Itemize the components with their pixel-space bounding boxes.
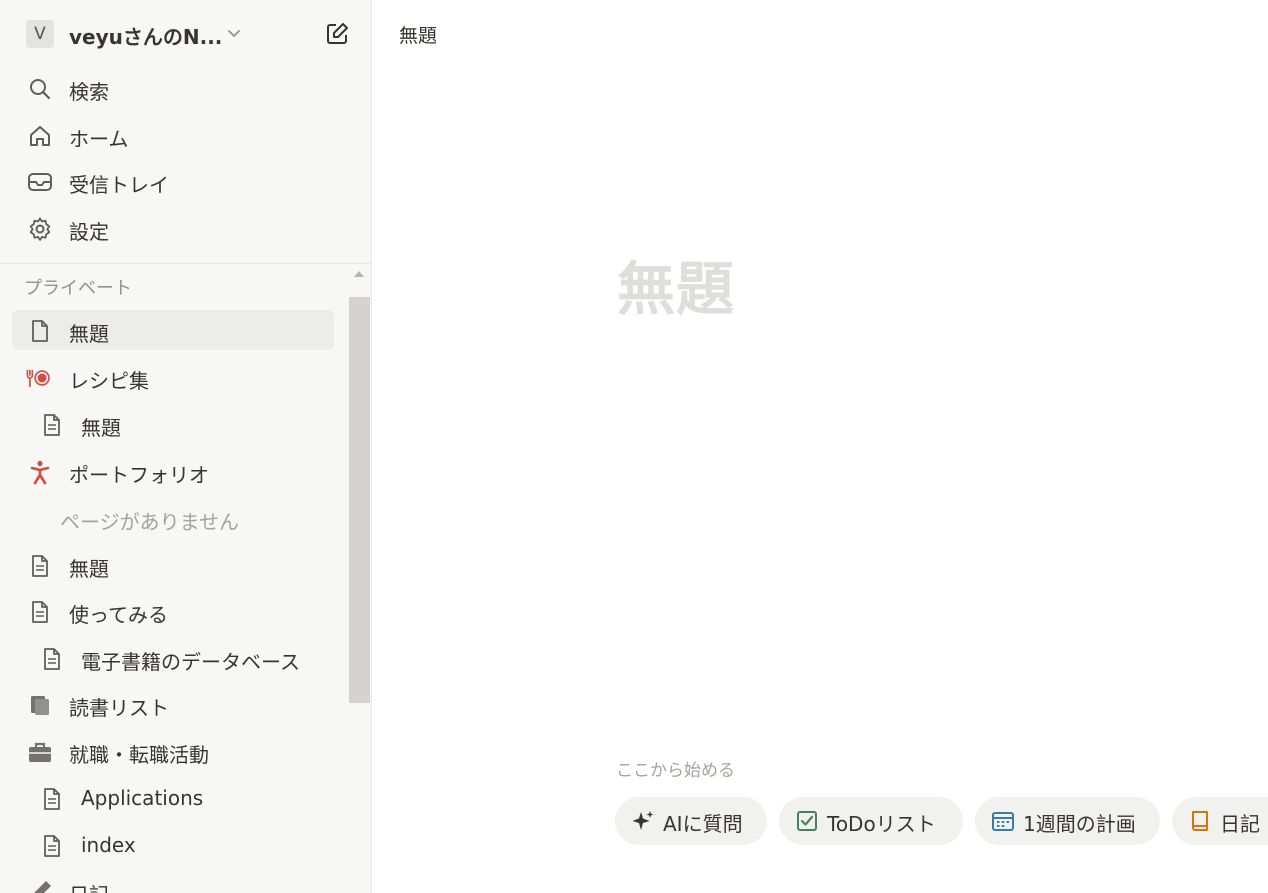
chip-todo-list[interactable]: ToDoリスト — [779, 797, 963, 845]
chip-label: 日記 — [1220, 812, 1260, 836]
sidebar-item-label: Applications — [81, 786, 204, 810]
sidebar-item-label: 日記 — [69, 879, 109, 893]
chip-label: AIに質問 — [663, 812, 743, 836]
calendar-icon — [992, 812, 1014, 831]
recipe-icon — [26, 369, 50, 387]
chip-weekly-plan[interactable]: 1週間の計画 — [975, 797, 1160, 845]
sidebar-item-label: 受信トレイ — [69, 173, 169, 197]
sidebar-page-index[interactable]: index — [12, 825, 334, 865]
sidebar-item-label: 読書リスト — [69, 696, 169, 720]
sidebar-item-label: 無題 — [69, 322, 109, 346]
sidebar-scrollbar[interactable] — [349, 268, 370, 893]
sidebar-page-diary[interactable]: 日記 — [12, 871, 334, 893]
page-text-icon — [44, 648, 60, 670]
sidebar-item-label: ホーム — [69, 127, 129, 151]
pencil-icon — [34, 881, 51, 893]
page-icon — [32, 320, 48, 342]
workspace-switcher[interactable]: V veyuさんのN... — [12, 14, 360, 54]
page-text-icon — [44, 788, 60, 810]
sidebar-item-label: 無題 — [81, 416, 121, 440]
sidebar-page-reading-list[interactable]: 読書リスト — [12, 684, 334, 724]
sidebar-page-portfolio[interactable]: ポートフォリオ — [12, 451, 334, 491]
journal-icon — [1192, 811, 1208, 831]
sidebar-item-label: 無題 — [69, 557, 109, 581]
sidebar-item-label: ポートフォリオ — [69, 463, 209, 487]
sidebar-page-recipes[interactable]: レシピ集 — [12, 357, 334, 397]
page-title-placeholder[interactable]: 無題 — [617, 242, 735, 326]
sidebar-item-settings[interactable]: 設定 — [12, 208, 334, 248]
gear-icon — [29, 217, 51, 241]
chip-diary[interactable]: 日記 — [1172, 797, 1268, 845]
breadcrumb[interactable]: 無題 — [399, 21, 437, 48]
sidebar-page-try-it[interactable]: 使ってみる — [12, 591, 334, 631]
sidebar-divider — [0, 263, 371, 264]
sidebar-page-untitled[interactable]: 無題 — [12, 310, 334, 350]
scroll-up-arrow[interactable] — [354, 271, 364, 277]
sidebar-item-label: レシピ集 — [69, 369, 149, 393]
sidebar-item-label: index — [81, 833, 136, 857]
sidebar-page-untitled-child[interactable]: 無題 — [12, 404, 334, 444]
sidebar-empty-note: ページがありません — [12, 498, 334, 538]
sidebar-item-inbox[interactable]: 受信トレイ — [12, 161, 334, 201]
sidebar-item-label: 設定 — [69, 220, 109, 244]
books-icon — [31, 696, 49, 715]
scrollbar-thumb[interactable] — [349, 297, 370, 703]
sidebar-item-label: 就職・転職活動 — [69, 743, 209, 767]
checkbox-icon — [797, 811, 817, 831]
chip-label: ToDoリスト — [827, 812, 936, 836]
page-text-icon — [44, 414, 60, 436]
chevron-down-icon[interactable] — [224, 23, 244, 43]
sidebar-item-search[interactable]: 検索 — [12, 68, 334, 108]
chip-ask-ai[interactable]: AIに質問 — [615, 797, 767, 845]
section-header-private[interactable]: プライベート — [24, 274, 132, 300]
sidebar-page-untitled-2[interactable]: 無題 — [12, 545, 334, 585]
empty-pages-label: ページがありません — [60, 510, 239, 534]
sidebar-page-job-hunting[interactable]: 就職・転職活動 — [12, 731, 334, 771]
inbox-icon — [28, 173, 52, 191]
home-icon — [30, 126, 50, 146]
sidebar-item-label: 使ってみる — [69, 603, 168, 627]
sidebar-item-label: 電子書籍のデータベース — [81, 650, 300, 674]
workspace-avatar: V — [26, 20, 54, 48]
page-text-icon — [32, 601, 48, 623]
workspace-name: veyuさんのN... — [69, 25, 223, 49]
sidebar-page-ebook-db[interactable]: 電子書籍のデータベース — [12, 638, 334, 678]
sidebar-item-home[interactable]: ホーム — [12, 115, 334, 155]
sidebar: V veyuさんのN... 検索 ホーム 受信トレイ 設定 プライベート 無題 … — [0, 0, 372, 893]
page-area: 無題 無題 ここから始める AIに質問 ToDoリスト 1週間の計画 日記 — [372, 0, 1268, 893]
search-icon — [30, 79, 51, 100]
briefcase-icon — [29, 742, 51, 762]
page-text-icon — [32, 555, 48, 577]
get-started-label: ここから始める — [616, 761, 735, 781]
sidebar-item-label: 検索 — [69, 80, 109, 104]
page-text-icon — [44, 835, 60, 857]
sidebar-page-applications[interactable]: Applications — [12, 778, 334, 818]
new-page-icon[interactable] — [324, 21, 350, 47]
chip-label: 1週間の計画 — [1023, 812, 1136, 836]
sparkle-icon — [632, 811, 654, 830]
person-icon — [30, 460, 50, 485]
